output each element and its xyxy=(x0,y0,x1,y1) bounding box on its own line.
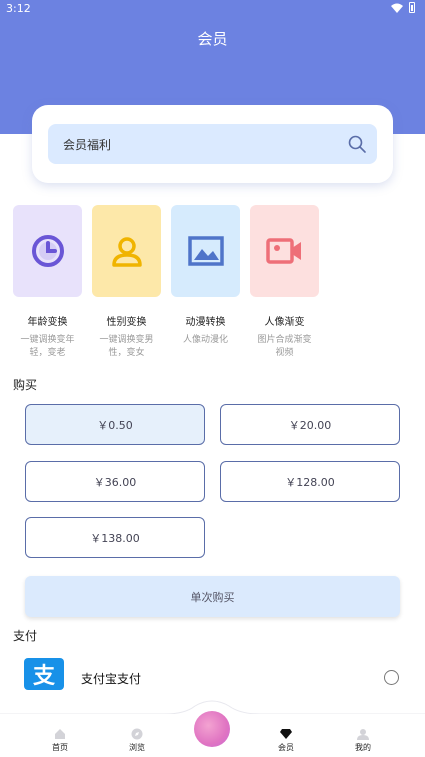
feature-tile xyxy=(13,205,82,297)
page-title: 会员 xyxy=(197,30,228,48)
feature-title: 人像渐变 xyxy=(264,317,305,328)
feature-age[interactable]: 年龄变换 一键调换变年轻，变老 xyxy=(13,205,82,360)
feature-tile xyxy=(171,205,240,297)
feature-desc: 一键调换变男性，变女 xyxy=(99,335,154,358)
nav-label: 会员 xyxy=(278,743,294,752)
feature-tile xyxy=(250,205,319,297)
feature-title: 动漫转换 xyxy=(185,317,226,328)
app-screen: 3:12 会员 会员福利 年龄变换 一键调换变年轻，变老 性别变换 一键调换变男… xyxy=(0,0,425,757)
nav-label: 浏览 xyxy=(129,743,145,752)
payment-method-label: 支付宝支付 xyxy=(81,672,142,686)
feature-tile xyxy=(92,205,161,297)
nav-label: 首页 xyxy=(52,743,68,752)
feature-desc: 图片合成渐变视频 xyxy=(257,335,312,358)
feature-anime[interactable]: 动漫转换 人像动漫化 xyxy=(171,205,240,360)
feature-gender[interactable]: 性别变换 一键调换变男性，变女 xyxy=(92,205,161,360)
nav-item-browse[interactable]: 浏览 xyxy=(117,728,157,753)
nav-item-mine[interactable]: 我的 xyxy=(343,728,383,753)
battery-icon xyxy=(409,2,415,13)
feature-title: 年龄变换 xyxy=(27,317,68,328)
price-option-0[interactable]: ￥0.50 xyxy=(25,404,205,445)
user-icon xyxy=(357,729,369,740)
feature-title: 性别变换 xyxy=(106,317,147,328)
nav-item-vip[interactable]: 会员 xyxy=(266,728,306,753)
feature-portrait[interactable]: 人像渐变 图片合成渐变视频 xyxy=(250,205,319,360)
status-icons xyxy=(391,2,415,13)
center-action-button[interactable] xyxy=(194,711,230,747)
status-time: 3:12 xyxy=(6,2,31,15)
search-text: 会员福利 xyxy=(63,138,112,152)
price-option-1[interactable]: ￥20.00 xyxy=(220,404,400,445)
svg-text:支: 支 xyxy=(33,664,56,689)
clock-icon xyxy=(31,235,64,267)
search-icon[interactable] xyxy=(347,134,367,154)
person-icon xyxy=(111,237,142,267)
diamond-icon xyxy=(280,729,292,739)
alipay-icon: 支 xyxy=(24,658,64,690)
search-input[interactable]: 会员福利 xyxy=(48,124,377,164)
price-option-3[interactable]: ￥128.00 xyxy=(220,461,400,502)
home-icon xyxy=(55,729,65,739)
image-icon xyxy=(187,236,224,266)
payment-radio[interactable] xyxy=(384,670,399,685)
nav-label: 我的 xyxy=(355,743,371,752)
search-card: 会员福利 xyxy=(32,105,393,183)
nav-item-home[interactable]: 首页 xyxy=(40,728,80,753)
feature-desc: 人像动漫化 xyxy=(182,335,228,345)
purchase-section-title: 购买 xyxy=(13,378,38,392)
video-camera-icon xyxy=(265,238,301,264)
feature-desc: 一键调换变年轻，变老 xyxy=(20,335,75,358)
payment-section-title: 支付 xyxy=(13,629,38,643)
price-option-4[interactable]: ￥138.00 xyxy=(25,517,205,558)
price-option-2[interactable]: ￥36.00 xyxy=(25,461,205,502)
single-purchase-button[interactable]: 单次购买 xyxy=(25,576,400,617)
status-bar: 3:12 xyxy=(0,0,425,18)
wifi-icon xyxy=(391,3,403,13)
feature-row: 年龄变换 一键调换变年轻，变老 性别变换 一键调换变男性，变女 动漫转换 人像动… xyxy=(13,205,319,360)
compass-icon xyxy=(131,728,143,740)
payment-option-alipay[interactable]: 支 支付宝支付 xyxy=(24,658,404,698)
